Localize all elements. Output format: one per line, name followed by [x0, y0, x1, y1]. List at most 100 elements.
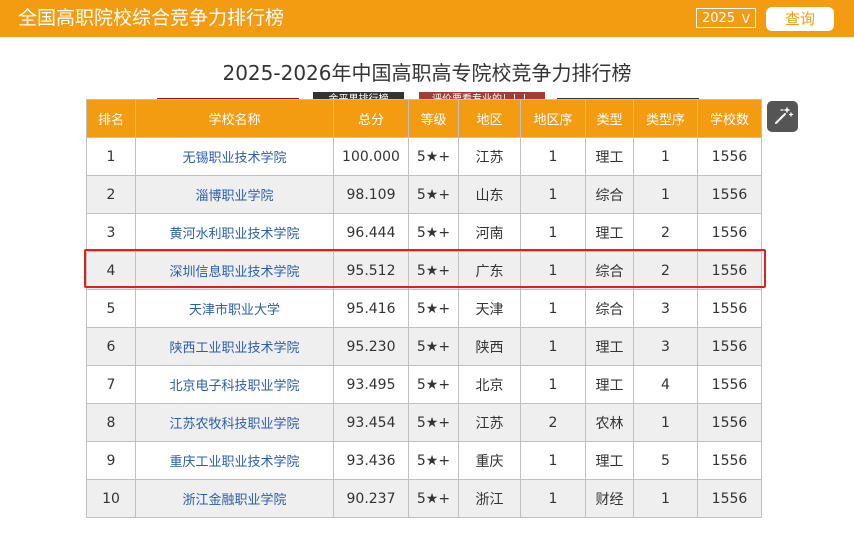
- region-cell: 天津: [458, 289, 521, 328]
- region-cell: 河南: [458, 213, 521, 252]
- school-name-link[interactable]: 浙江金融职业学院: [135, 479, 334, 518]
- grade-cell: 5★+: [408, 441, 459, 480]
- school-count-cell: 1556: [697, 289, 762, 328]
- school-count-cell: 1556: [697, 365, 762, 404]
- total-score-cell: 93.454: [333, 403, 409, 442]
- type-rank-cell: 5: [633, 441, 698, 480]
- table-row: 10 浙江金融职业学院 90.237 5★+ 浙江 1 财经 1 1556: [86, 479, 762, 518]
- region-cell: 广东: [458, 251, 521, 290]
- rank-cell: 4: [86, 251, 136, 290]
- table-row: 4 深圳信息职业技术学院 95.512 5★+ 广东 1 综合 2 1556: [86, 251, 762, 290]
- ranking-table: 排名 学校名称 总分 等级 地区 地区序 类型 类型序 学校数 1 无锡职业技术学…: [86, 99, 762, 518]
- column-header-school-name[interactable]: 学校名称: [135, 99, 334, 138]
- type-cell: 农林: [585, 403, 634, 442]
- type-cell: 理工: [585, 327, 634, 366]
- column-header-rank[interactable]: 排名: [86, 99, 136, 138]
- region-rank-cell: 1: [520, 289, 586, 328]
- top-bar: 全国高职院校综合竞争力排行榜 2025 V 查询: [0, 0, 854, 37]
- total-score-cell: 95.416: [333, 289, 409, 328]
- school-name-link[interactable]: 江苏农牧科技职业学院: [135, 403, 334, 442]
- table-header-row: 排名 学校名称 总分 等级 地区 地区序 类型 类型序 学校数: [86, 99, 762, 138]
- type-rank-cell: 1: [633, 175, 698, 214]
- region-cell: 江苏: [458, 137, 521, 176]
- school-count-cell: 1556: [697, 137, 762, 176]
- table-row: 1 无锡职业技术学院 100.000 5★+ 江苏 1 理工 1 1556: [86, 137, 762, 176]
- table-row: 9 重庆工业职业技术学院 93.436 5★+ 重庆 1 理工 5 1556: [86, 441, 762, 480]
- type-cell: 综合: [585, 289, 634, 328]
- school-count-cell: 1556: [697, 327, 762, 366]
- rank-cell: 9: [86, 441, 136, 480]
- region-cell: 江苏: [458, 403, 521, 442]
- type-rank-cell: 1: [633, 403, 698, 442]
- type-cell: 理工: [585, 213, 634, 252]
- total-score-cell: 95.512: [333, 251, 409, 290]
- total-score-cell: 95.230: [333, 327, 409, 366]
- grade-cell: 5★+: [408, 251, 459, 290]
- type-rank-cell: 2: [633, 213, 698, 252]
- grade-cell: 5★+: [408, 289, 459, 328]
- school-count-cell: 1556: [697, 251, 762, 290]
- table-row: 2 淄博职业学院 98.109 5★+ 山东 1 综合 1 1556: [86, 175, 762, 214]
- type-rank-cell: 2: [633, 251, 698, 290]
- type-rank-cell: 3: [633, 327, 698, 366]
- school-name-link[interactable]: 黄河水利职业技术学院: [135, 213, 334, 252]
- grade-cell: 5★+: [408, 327, 459, 366]
- type-cell: 理工: [585, 441, 634, 480]
- school-name-link[interactable]: 淄博职业学院: [135, 175, 334, 214]
- region-cell: 浙江: [458, 479, 521, 518]
- school-count-cell: 1556: [697, 441, 762, 480]
- total-score-cell: 98.109: [333, 175, 409, 214]
- region-rank-cell: 1: [520, 137, 586, 176]
- region-rank-cell: 1: [520, 251, 586, 290]
- magic-wand-icon: [775, 107, 794, 124]
- column-header-type[interactable]: 类型: [585, 99, 634, 138]
- query-button[interactable]: 查询: [766, 7, 834, 31]
- rank-cell: 1: [86, 137, 136, 176]
- school-name-link[interactable]: 陕西工业职业技术学院: [135, 327, 334, 366]
- year-select[interactable]: 2025 V: [696, 8, 756, 28]
- table-row: 8 江苏农牧科技职业学院 93.454 5★+ 江苏 2 农林 1 1556: [86, 403, 762, 442]
- region-rank-cell: 1: [520, 365, 586, 404]
- total-score-cell: 93.495: [333, 365, 409, 404]
- rank-cell: 7: [86, 365, 136, 404]
- column-header-grade[interactable]: 等级: [408, 99, 459, 138]
- rank-cell: 10: [86, 479, 136, 518]
- grade-cell: 5★+: [408, 213, 459, 252]
- app-title: 全国高职院校综合竞争力排行榜: [18, 7, 285, 29]
- column-header-type-rank[interactable]: 类型序: [633, 99, 698, 138]
- school-name-link[interactable]: 重庆工业职业技术学院: [135, 441, 334, 480]
- type-rank-cell: 1: [633, 479, 698, 518]
- chevron-down-icon: V: [741, 12, 750, 26]
- school-name-link[interactable]: 深圳信息职业技术学院: [135, 251, 334, 290]
- region-rank-cell: 2: [520, 403, 586, 442]
- type-cell: 理工: [585, 137, 634, 176]
- column-header-school-count[interactable]: 学校数: [697, 99, 762, 138]
- region-cell: 山东: [458, 175, 521, 214]
- page-title: 2025-2026年中国高职高专院校竞争力排行榜: [222, 61, 632, 85]
- table-row: 5 天津市职业大学 95.416 5★+ 天津 1 综合 3 1556: [86, 289, 762, 328]
- region-rank-cell: 1: [520, 441, 586, 480]
- rank-cell: 5: [86, 289, 136, 328]
- year-select-value: 2025: [702, 11, 736, 26]
- school-name-link[interactable]: 天津市职业大学: [135, 289, 334, 328]
- column-header-region-rank[interactable]: 地区序: [520, 99, 586, 138]
- school-name-link[interactable]: 无锡职业技术学院: [135, 137, 334, 176]
- school-count-cell: 1556: [697, 403, 762, 442]
- type-rank-cell: 4: [633, 365, 698, 404]
- table-row: 6 陕西工业职业技术学院 95.230 5★+ 陕西 1 理工 3 1556: [86, 327, 762, 366]
- region-rank-cell: 1: [520, 327, 586, 366]
- type-rank-cell: 1: [633, 137, 698, 176]
- column-header-region[interactable]: 地区: [458, 99, 521, 138]
- type-rank-cell: 3: [633, 289, 698, 328]
- grade-cell: 5★+: [408, 175, 459, 214]
- column-header-total-score[interactable]: 总分: [333, 99, 409, 138]
- total-score-cell: 96.444: [333, 213, 409, 252]
- magic-tool-button[interactable]: [767, 101, 798, 132]
- grade-cell: 5★+: [408, 479, 459, 518]
- rank-cell: 6: [86, 327, 136, 366]
- school-name-link[interactable]: 北京电子科技职业学院: [135, 365, 334, 404]
- region-rank-cell: 1: [520, 479, 586, 518]
- region-cell: 重庆: [458, 441, 521, 480]
- total-score-cell: 93.436: [333, 441, 409, 480]
- type-cell: 财经: [585, 479, 634, 518]
